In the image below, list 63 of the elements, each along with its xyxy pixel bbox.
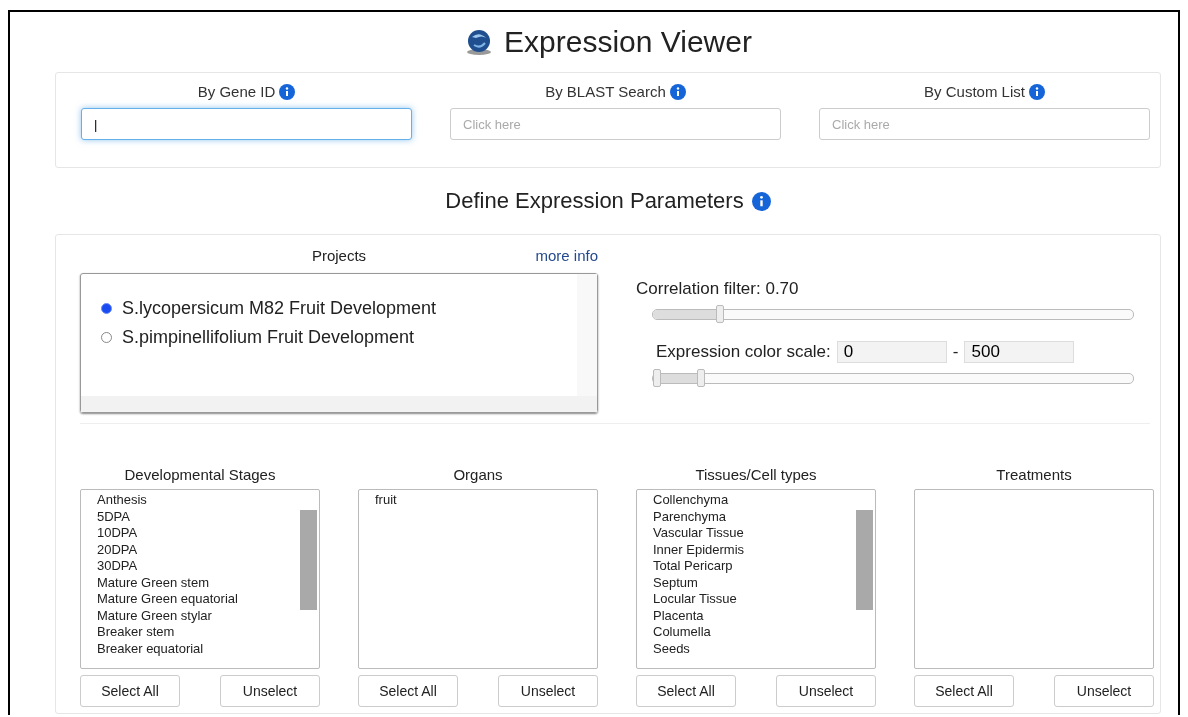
list-item[interactable]: Parenchyma	[653, 508, 875, 525]
info-icon[interactable]	[751, 191, 771, 211]
list-label: Tissues/Cell types	[695, 466, 817, 483]
list-label: Developmental Stages	[124, 466, 276, 483]
project-option[interactable]: S.pimpinellifolium Fruit Development	[122, 327, 415, 348]
list-item[interactable]: 5DPA	[97, 508, 319, 525]
list-item[interactable]: 10DPA	[97, 525, 319, 542]
list-item[interactable]: Septum	[653, 574, 875, 591]
list-item[interactable]: 30DPA	[97, 558, 319, 575]
slider-handle[interactable]	[653, 369, 661, 387]
search-label: By Gene ID	[197, 83, 276, 100]
list-label: Organs	[453, 466, 503, 483]
page-title: Expression Viewer	[504, 25, 752, 59]
list-item[interactable]: Vascular Tissue	[653, 525, 875, 542]
list-button[interactable]: Select All	[358, 675, 458, 707]
list-item[interactable]: Placenta	[653, 607, 875, 624]
search-field[interactable]: |	[81, 108, 412, 140]
list-item[interactable]: Collenchyma	[653, 492, 875, 509]
list-item[interactable]: Breaker equatorial	[97, 640, 319, 657]
search-label: By BLAST Search	[545, 83, 666, 100]
scrollbar[interactable]	[81, 396, 597, 412]
list-item[interactable]: Mature Green stem	[97, 574, 319, 591]
list-item[interactable]: Mature Green equatorial	[97, 591, 319, 608]
list-item[interactable]: fruit	[375, 492, 597, 509]
list-item[interactable]: Seeds	[653, 640, 875, 657]
section-heading: Define Expression Parameters	[445, 188, 744, 214]
list-item[interactable]: Inner Epidermis	[653, 541, 875, 558]
color-scale-slider[interactable]	[652, 369, 1134, 387]
list-button[interactable]: Unselect	[220, 675, 320, 707]
info-icon[interactable]	[1028, 83, 1045, 100]
search-label: By Custom List	[924, 83, 1025, 100]
list-item[interactable]: 20DPA	[97, 541, 319, 558]
info-icon[interactable]	[279, 83, 296, 100]
list-item[interactable]: Mature Green stylar	[97, 607, 319, 624]
search-field[interactable]: Click here	[819, 108, 1150, 140]
list-button[interactable]: Select All	[914, 675, 1014, 707]
slider-label: Correlation filter: 0.70	[636, 279, 800, 299]
radio-button[interactable]	[101, 332, 112, 343]
list-item[interactable]: Anthesis	[97, 492, 319, 509]
project-option[interactable]: S.lycopersicum M82 Fruit Development	[122, 298, 437, 319]
more-info-link[interactable]: more info	[535, 247, 598, 264]
list-item[interactable]: Breaker stem	[97, 624, 319, 641]
correlation-slider[interactable]	[652, 305, 1134, 323]
radio-button[interactable]	[101, 303, 112, 314]
info-icon[interactable]	[669, 83, 686, 100]
min-field[interactable]: 0	[836, 341, 947, 363]
slider-handle[interactable]	[697, 369, 706, 387]
range-separator: -	[952, 342, 959, 362]
scrollbar[interactable]	[577, 274, 597, 396]
list-button[interactable]: Select All	[636, 675, 736, 707]
projects-label: Projects	[311, 247, 367, 264]
list-item[interactable]: Total Pericarp	[653, 558, 875, 575]
list-item[interactable]: Locular Tissue	[653, 591, 875, 608]
max-field[interactable]: 500	[964, 341, 1075, 363]
slider-label: Expression color scale:	[656, 342, 831, 362]
list-button[interactable]: Select All	[80, 675, 180, 707]
slider-handle[interactable]	[716, 305, 725, 323]
list-item[interactable]: Columella	[653, 624, 875, 641]
list-button[interactable]: Unselect	[498, 675, 598, 707]
list-button[interactable]: Unselect	[1054, 675, 1154, 707]
list-label: Treatments	[996, 466, 1072, 483]
search-field[interactable]: Click here	[450, 108, 781, 140]
list-button[interactable]: Unselect	[776, 675, 876, 707]
